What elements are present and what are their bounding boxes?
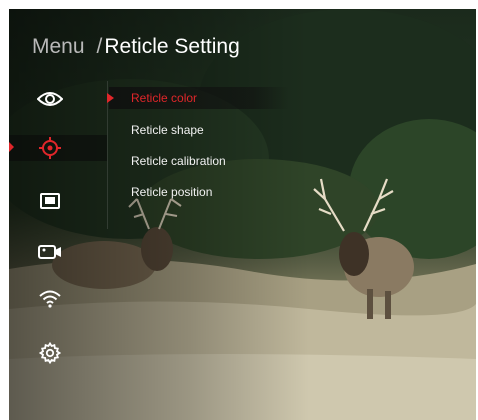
sidebar-item-display[interactable]	[35, 187, 65, 215]
breadcrumb-separator: /	[96, 35, 103, 58]
menu-item-reticle-shape[interactable]: Reticle shape	[131, 123, 204, 137]
selected-item-arrow	[107, 93, 114, 103]
display-picture-icon	[40, 193, 60, 209]
sidebar-item-view[interactable]	[35, 85, 65, 113]
menu-item-reticle-calibration[interactable]: Reticle calibration	[131, 154, 226, 168]
menu-item-reticle-color[interactable]: Reticle color	[131, 91, 197, 105]
menu-item-reticle-position[interactable]: Reticle position	[131, 185, 212, 199]
sidebar-item-wifi[interactable]	[35, 285, 65, 313]
sidebar-item-record[interactable]	[35, 238, 65, 266]
gear-icon	[39, 342, 61, 364]
sidebar-active-marker	[9, 142, 14, 152]
breadcrumb-menu[interactable]: Menu	[32, 35, 85, 59]
page-title: Reticle Setting	[104, 35, 240, 58]
wifi-icon	[39, 290, 61, 308]
sidebar-item-reticle[interactable]	[35, 134, 65, 162]
video-camera-icon	[38, 245, 61, 259]
menu-divider	[107, 81, 108, 229]
reticle-target-icon	[39, 137, 61, 159]
viewfinder-screen: Menu / Reticle Setting Reticle color Ret…	[9, 9, 476, 420]
eye-icon	[37, 92, 63, 106]
header-breadcrumb: Menu / Reticle Setting	[32, 35, 240, 59]
sidebar-item-settings[interactable]	[35, 339, 65, 367]
